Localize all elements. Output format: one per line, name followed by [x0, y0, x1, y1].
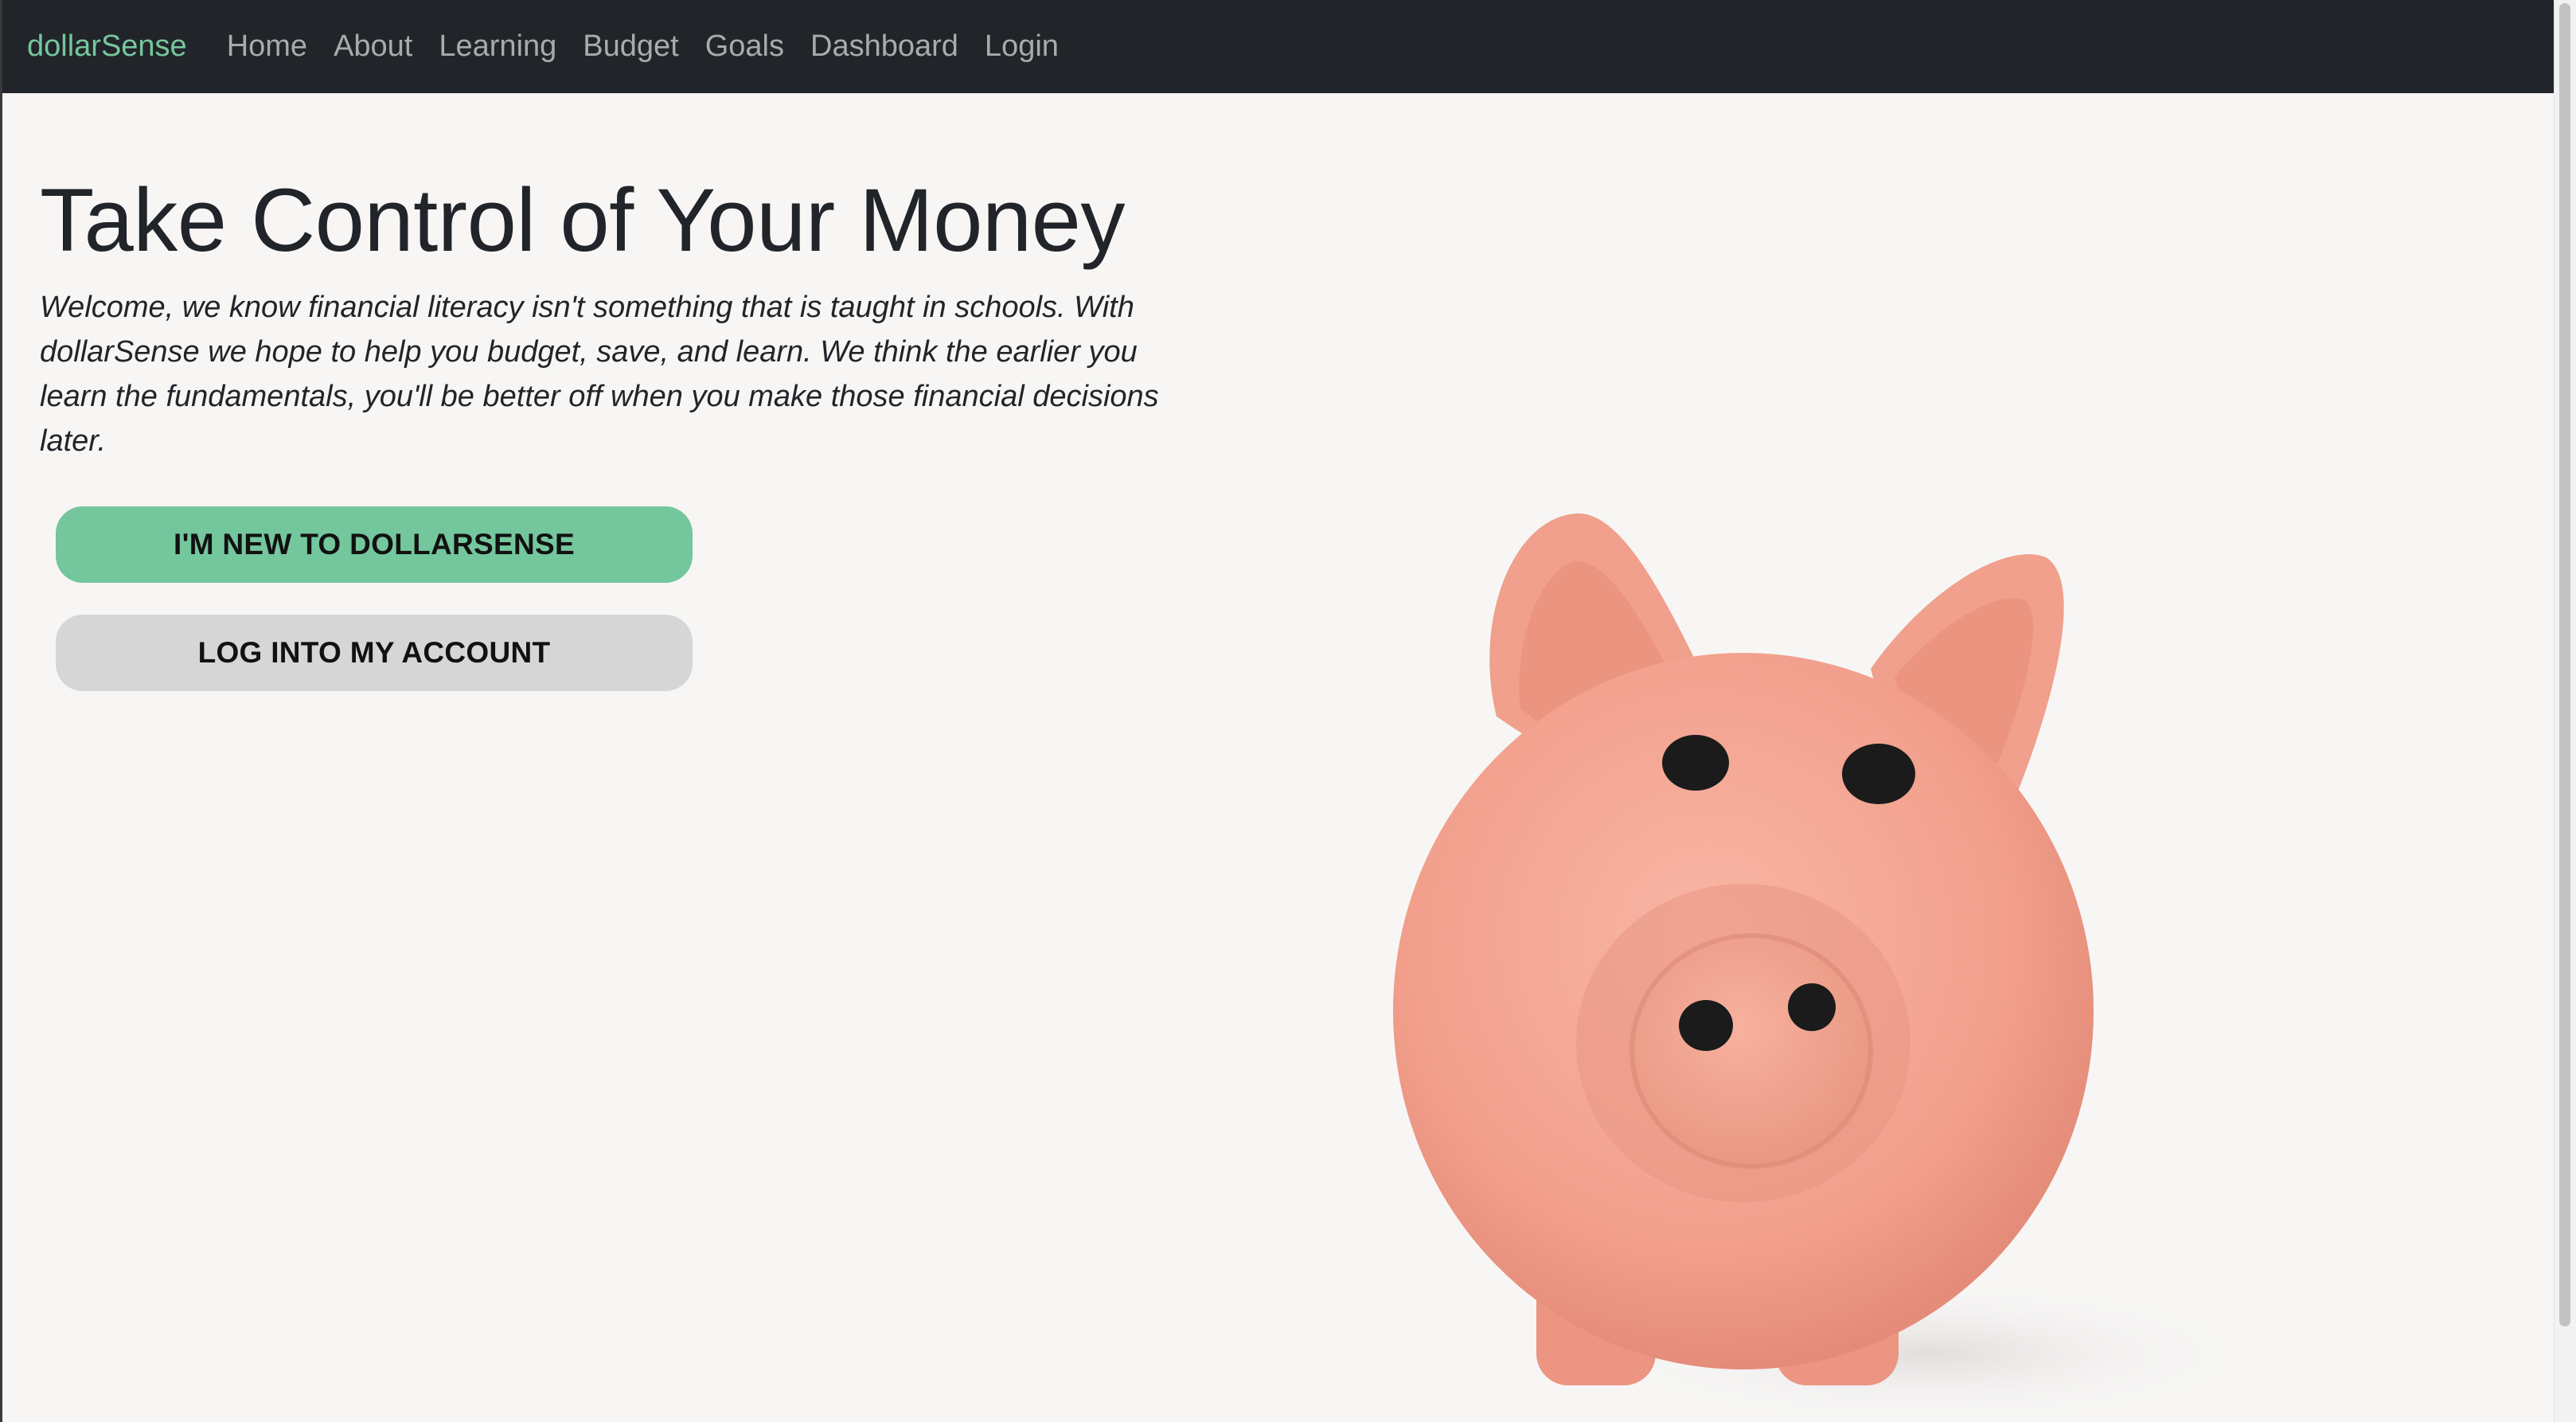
nav-link-about[interactable]: About	[334, 29, 412, 64]
browser-viewport: dollarSense Home About Learning Budget G…	[0, 0, 2554, 1422]
top-navbar: dollarSense Home About Learning Budget G…	[0, 0, 2554, 93]
page: dollarSense Home About Learning Budget G…	[0, 0, 2576, 1422]
hero-title: Take Control of Your Money	[40, 170, 1125, 270]
window-left-border	[0, 0, 2, 1422]
new-user-button[interactable]: I'M NEW TO DOLLARSENSE	[56, 506, 693, 583]
nav-link-learning[interactable]: Learning	[439, 29, 556, 64]
nav-link-home[interactable]: Home	[227, 29, 307, 64]
scrollbar-thumb[interactable]	[2559, 3, 2570, 1326]
nav-link-dashboard[interactable]: Dashboard	[810, 29, 958, 64]
nav-link-goals[interactable]: Goals	[705, 29, 784, 64]
hero-description: Welcome, we know financial literacy isn'…	[40, 291, 1159, 458]
nav-link-login[interactable]: Login	[985, 29, 1059, 64]
piggy-bank-image	[1353, 494, 2229, 1422]
nav-link-budget[interactable]: Budget	[583, 29, 678, 64]
login-account-button[interactable]: LOG INTO MY ACCOUNT	[56, 615, 693, 691]
vertical-scrollbar[interactable]	[2554, 0, 2576, 1422]
brand-logo-link[interactable]: dollarSense	[27, 29, 187, 64]
